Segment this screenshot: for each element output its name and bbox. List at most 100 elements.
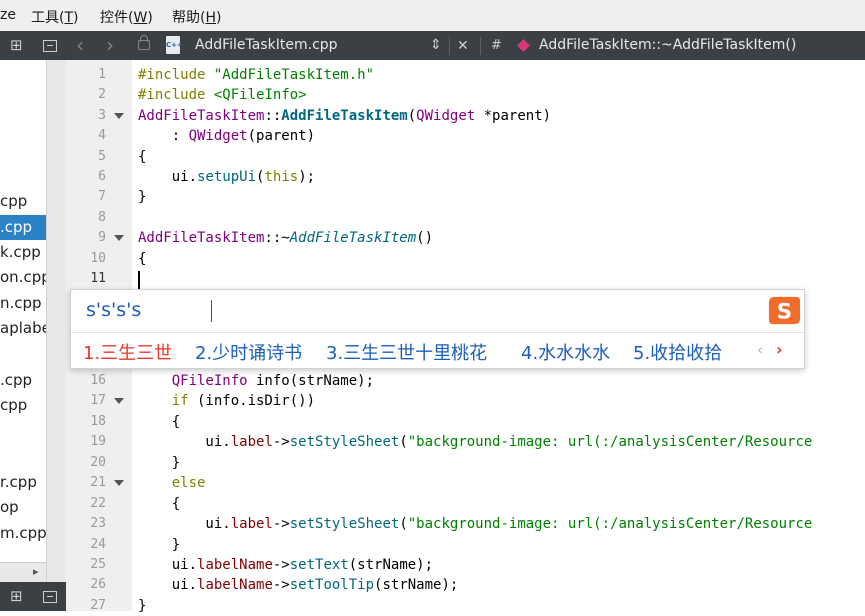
line-number: 25 <box>90 557 106 572</box>
line-number: 23 <box>90 516 106 531</box>
line-number: 17 <box>90 393 106 408</box>
line-number: 16 <box>90 373 106 388</box>
list-item[interactable]: cpp <box>0 189 46 214</box>
list-item-selected[interactable]: .cpp <box>0 215 46 240</box>
ime-caret <box>211 300 212 322</box>
line-number: 9 <box>98 230 106 245</box>
text-cursor <box>138 271 140 289</box>
updown-icon[interactable]: ⇕ <box>430 38 442 52</box>
list-item[interactable]: k.cpp <box>0 240 46 265</box>
list-item[interactable]: n.cpp <box>0 291 46 316</box>
code-line[interactable]: else <box>138 473 206 493</box>
code-line[interactable]: } <box>138 596 146 616</box>
line-number: 10 <box>90 251 106 266</box>
close-pane-icon[interactable] <box>43 40 57 52</box>
menu-item-help[interactable]: 帮助(H) <box>172 7 221 27</box>
list-item[interactable]: cpp <box>0 393 46 418</box>
line-number: 27 <box>90 598 106 613</box>
code-line[interactable]: { <box>138 412 180 432</box>
sidebar-horizontal-scrollbar[interactable]: ▸ <box>0 562 46 583</box>
ime-candidate[interactable]: 4.水水水水 <box>521 339 610 365</box>
menu-item-tools[interactable]: 工具(T) <box>31 7 79 27</box>
line-number: 22 <box>90 496 106 511</box>
code-line[interactable]: : QWidget(parent) <box>138 126 315 146</box>
code-line[interactable]: ui.label->setStyleSheet("background-imag… <box>138 432 812 452</box>
code-line[interactable]: ui.label->setStyleSheet("background-imag… <box>138 514 812 534</box>
menu-bar: ze 工具(T) 控件(W) 帮助(H) <box>0 0 865 32</box>
line-number: 8 <box>98 210 106 225</box>
close-pane-icon[interactable] <box>43 591 57 603</box>
editor-toolbar: ‹ › C++ AddFileTaskItem.cpp ⇕ ✕ # AddFil… <box>66 31 865 60</box>
line-number: 19 <box>90 434 106 449</box>
line-number: 5 <box>98 149 106 164</box>
ime-candidate[interactable]: 5.收拾收拾 <box>633 339 722 365</box>
code-line[interactable]: if (info.isDir()) <box>138 391 315 411</box>
line-number: 26 <box>90 577 106 592</box>
ime-prev-page-icon[interactable]: ‹ <box>757 340 763 359</box>
code-line[interactable]: ui.setupUi(this); <box>138 167 315 187</box>
fold-marker-icon[interactable] <box>114 398 124 404</box>
code-line[interactable]: AddFileTaskItem::~AddFileTaskItem() <box>138 228 433 248</box>
ime-composition-text[interactable]: s's's's <box>86 299 141 321</box>
nav-back-icon[interactable]: ‹ <box>76 35 84 55</box>
sidebar-vertical-scrollbar[interactable] <box>46 60 67 582</box>
ime-candidate[interactable]: 2.少时诵诗书 <box>195 339 302 365</box>
list-item[interactable]: on.cpp <box>0 265 46 290</box>
menu-item-widgets[interactable]: 控件(W) <box>100 7 153 27</box>
line-number: 7 <box>98 189 106 204</box>
line-number-current: 11 <box>90 271 106 286</box>
code-line[interactable]: { <box>138 147 146 167</box>
function-symbol-combo[interactable]: AddFileTaskItem::~AddFileTaskItem() <box>539 37 796 53</box>
line-number: 18 <box>90 414 106 429</box>
close-file-icon[interactable]: ✕ <box>457 39 469 53</box>
code-line[interactable]: } <box>138 535 180 555</box>
ime-candidate[interactable]: 3.三生三世十里桃花 <box>326 339 487 365</box>
nav-forward-icon[interactable]: › <box>106 35 114 55</box>
code-line[interactable]: #include <QFileInfo> <box>138 85 307 105</box>
line-number: 2 <box>98 87 106 102</box>
line-number: 6 <box>98 169 106 184</box>
project-pane-toolbar: ⊞ <box>0 31 66 60</box>
list-item[interactable]: .cpp <box>0 368 46 393</box>
menu-item-analyze[interactable]: ze <box>0 7 16 23</box>
toolbar-separator <box>480 37 481 55</box>
ime-candidate[interactable]: 1.三生三世 <box>83 339 172 365</box>
fold-marker-icon[interactable] <box>114 113 124 119</box>
code-line[interactable]: ui.labelName->setToolTip(strName); <box>138 575 459 595</box>
list-item[interactable]: r.cpp <box>0 470 46 495</box>
project-file-list: cpp .cpp k.cpp on.cpp n.cpp aplabe .cpp … <box>0 60 46 582</box>
cpp-file-icon: C++ <box>166 36 183 54</box>
code-line[interactable]: } <box>138 187 146 207</box>
code-line[interactable]: AddFileTaskItem::AddFileTaskItem(QWidget… <box>138 106 551 126</box>
code-line[interactable]: ui.labelName->setText(strName); <box>138 555 433 575</box>
list-item[interactable]: aplabe <box>0 316 46 341</box>
ime-divider <box>71 332 804 333</box>
split-icon[interactable]: ⊞ <box>10 38 23 53</box>
code-line[interactable]: } <box>138 453 180 473</box>
fold-marker-icon[interactable] <box>114 480 124 486</box>
line-number: 21 <box>90 475 106 490</box>
line-number: 24 <box>90 537 106 552</box>
line-number: 4 <box>98 128 106 143</box>
code-line[interactable]: #include "AddFileTaskItem.h" <box>138 65 374 85</box>
bottom-pane-toolbar: ⊞ <box>0 582 66 611</box>
fold-marker-icon[interactable] <box>114 235 124 241</box>
split-icon[interactable]: ⊞ <box>10 589 23 604</box>
function-icon <box>517 39 530 52</box>
symbol-hash: # <box>491 38 502 53</box>
scroll-right-icon[interactable]: ▸ <box>33 565 39 578</box>
ime-next-page-icon[interactable]: › <box>776 340 783 359</box>
line-number: 20 <box>90 455 106 470</box>
code-line[interactable]: { <box>138 249 146 269</box>
lock-icon <box>138 35 150 50</box>
file-name-combo[interactable]: AddFileTaskItem.cpp <box>195 37 338 53</box>
ime-candidate-window: s's's's 1.三生三世 2.少时诵诗书 3.三生三世十里桃花 4.水水水水… <box>70 289 805 369</box>
code-line[interactable]: QFileInfo info(strName); <box>138 371 374 391</box>
svg-text:S: S <box>777 299 792 324</box>
line-number: 1 <box>98 67 106 82</box>
line-number: 3 <box>98 108 106 123</box>
code-line[interactable]: { <box>138 494 180 514</box>
list-item[interactable]: m.cpp <box>0 521 46 546</box>
toolbar-separator <box>449 37 450 55</box>
list-item[interactable]: op <box>0 495 46 520</box>
